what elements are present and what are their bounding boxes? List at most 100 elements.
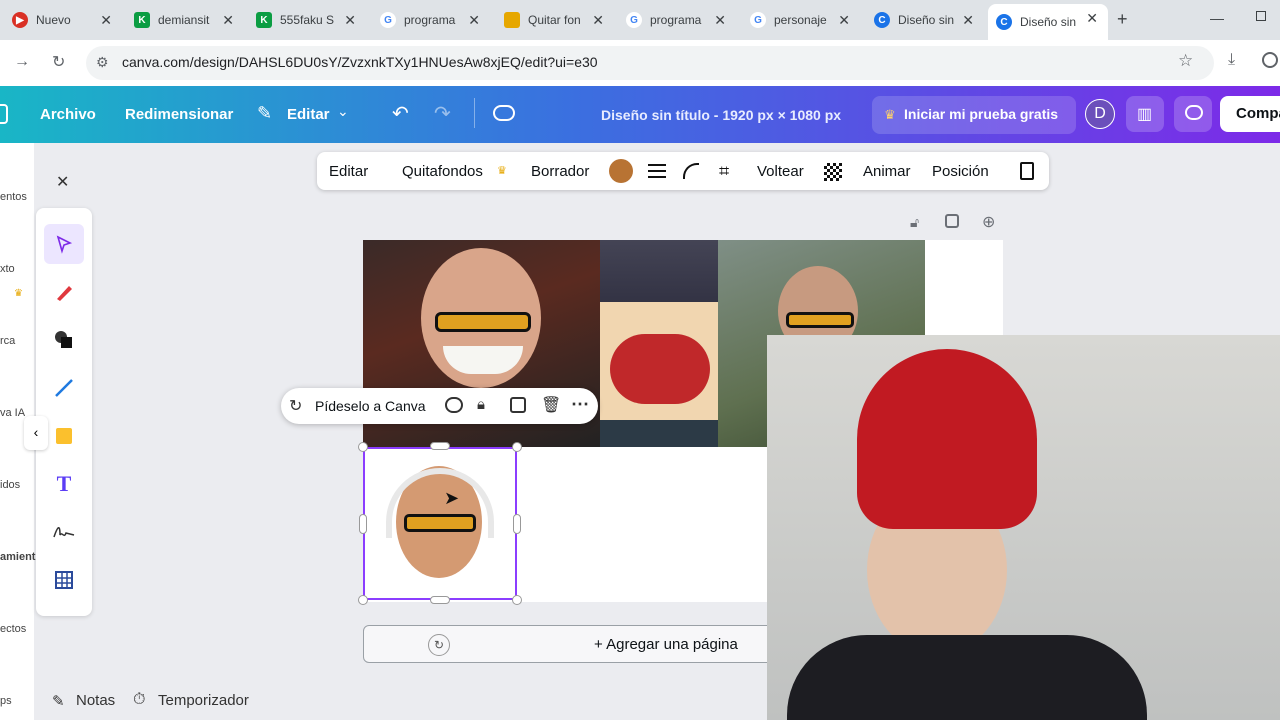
animate-button[interactable]: Animar bbox=[863, 163, 911, 180]
lock-icon[interactable]: 🔓︎ bbox=[910, 214, 919, 231]
download-icon[interactable]: ⤓ bbox=[1228, 51, 1235, 69]
chevron-down-icon[interactable]: ⌄ bbox=[337, 103, 349, 120]
resize-handle[interactable] bbox=[430, 442, 450, 450]
browser-tab-active[interactable]: C Diseño sin ✕ bbox=[988, 4, 1108, 40]
resize-handle[interactable] bbox=[512, 595, 522, 605]
table-icon bbox=[55, 571, 73, 589]
browser-tab[interactable]: K 555faku S ✕ bbox=[248, 6, 366, 34]
trial-button[interactable]: ♛ Iniciar mi prueba gratis bbox=[872, 96, 1076, 134]
redo-icon[interactable]: ↷ bbox=[434, 101, 451, 126]
color-swatch[interactable] bbox=[609, 159, 633, 183]
webcam-overlay bbox=[767, 335, 1280, 720]
copy-style-icon[interactable] bbox=[1020, 162, 1034, 180]
home-icon[interactable] bbox=[0, 104, 8, 124]
browser-tab[interactable]: Quitar fon ✕ bbox=[496, 6, 614, 34]
browser-tab[interactable]: K demiansit ✕ bbox=[126, 6, 244, 34]
resize-handle[interactable] bbox=[512, 442, 522, 452]
remove-bg-icon bbox=[504, 12, 520, 28]
collapse-panel-button[interactable]: ‹ bbox=[24, 416, 48, 450]
trash-icon[interactable]: 🗑︎ bbox=[541, 395, 561, 415]
rail-item-marca[interactable]: rca bbox=[0, 335, 15, 347]
design-title[interactable]: Diseño sin título - 1920 px × 1080 px bbox=[601, 107, 841, 123]
rail-item-subidos[interactable]: idos bbox=[0, 479, 20, 491]
bottom-bar: ✎ Notas ⏱︎ Temporizador bbox=[0, 686, 300, 716]
bookmark-star-icon[interactable]: ☆ bbox=[1178, 51, 1193, 71]
new-tab-icon[interactable]: + bbox=[1117, 9, 1128, 30]
anime-photo[interactable] bbox=[600, 240, 718, 447]
avatar[interactable]: D bbox=[1085, 99, 1115, 129]
corner-rounding-icon[interactable] bbox=[683, 163, 699, 179]
close-tab-icon[interactable]: ✕ bbox=[714, 12, 726, 29]
selection-box[interactable] bbox=[363, 447, 517, 600]
duplicate-icon[interactable] bbox=[510, 397, 526, 413]
sticky-note-tool[interactable] bbox=[44, 416, 84, 456]
shapes-tool[interactable] bbox=[44, 320, 84, 360]
rail-item-elementos[interactable]: entos bbox=[0, 191, 27, 203]
text-tool[interactable]: T bbox=[44, 464, 84, 504]
url-text[interactable]: canva.com/design/DAHSL6DU0sY/ZvzxnkTXy1H… bbox=[122, 54, 598, 70]
close-tab-icon[interactable]: ✕ bbox=[468, 12, 480, 29]
hoodie-shape bbox=[787, 635, 1147, 720]
rail-item-texto[interactable]: xto bbox=[0, 263, 15, 275]
flip-button[interactable]: Voltear bbox=[757, 163, 804, 180]
share-button[interactable]: Compa bbox=[1220, 96, 1280, 132]
browser-tab[interactable]: G personaje ✕ bbox=[742, 6, 860, 34]
lock-icon[interactable]: 🔒︎ bbox=[477, 396, 485, 413]
close-tab-icon[interactable]: ✕ bbox=[100, 12, 112, 29]
add-page-button[interactable]: ↻ + Agregar una página bbox=[363, 625, 823, 663]
line-weight-icon[interactable] bbox=[648, 164, 666, 178]
close-tab-icon[interactable]: ✕ bbox=[592, 12, 604, 29]
add-page-icon[interactable]: ⊕ bbox=[982, 212, 995, 232]
close-tab-icon[interactable]: ✕ bbox=[344, 12, 356, 29]
profile-icon[interactable] bbox=[1262, 52, 1278, 68]
resize-handle[interactable] bbox=[359, 514, 367, 534]
browser-tab[interactable]: ▶ Nuevo ✕ bbox=[4, 6, 122, 34]
rail-item-canva-ia[interactable]: va IA bbox=[0, 407, 25, 419]
close-tab-icon[interactable]: ✕ bbox=[1086, 10, 1098, 27]
eraser-button[interactable]: Borrador bbox=[531, 163, 589, 180]
forward-icon[interactable]: → bbox=[14, 53, 30, 71]
crop-icon[interactable]: ⌗ bbox=[719, 161, 729, 182]
context-toolbar: Editar Quitafondos ♛ Borrador ⌗ Voltear … bbox=[317, 152, 1049, 190]
google-icon: G bbox=[380, 12, 396, 28]
close-panel-icon[interactable]: ✕ bbox=[56, 172, 69, 192]
minimize-icon[interactable]: — bbox=[1210, 10, 1224, 26]
edit-image-button[interactable]: Editar bbox=[329, 163, 368, 180]
more-options-icon[interactable]: ⋯ bbox=[571, 394, 589, 415]
table-tool[interactable] bbox=[44, 560, 84, 600]
signature-tool[interactable] bbox=[44, 512, 84, 552]
transparency-icon[interactable] bbox=[824, 163, 842, 181]
resize-handle[interactable] bbox=[358, 442, 368, 452]
ask-canva-button[interactable]: Pídeselo a Canva bbox=[315, 398, 426, 414]
position-button[interactable]: Posición bbox=[932, 163, 989, 180]
shapes-icon bbox=[55, 331, 72, 348]
site-info-icon[interactable]: ⚙ bbox=[96, 54, 109, 71]
analytics-button[interactable]: ▥ bbox=[1126, 96, 1164, 132]
notes-button[interactable]: Notas bbox=[76, 692, 115, 709]
pen-tool[interactable] bbox=[44, 272, 84, 312]
rail-item-proyectos[interactable]: ectos bbox=[0, 623, 26, 635]
duplicate-page-icon[interactable] bbox=[945, 214, 959, 228]
select-tool[interactable] bbox=[44, 224, 84, 264]
archivo-menu[interactable]: Archivo bbox=[40, 106, 96, 123]
remove-background-button[interactable]: Quitafondos bbox=[402, 163, 483, 180]
undo-icon[interactable]: ↶ bbox=[392, 101, 409, 126]
resize-handle[interactable] bbox=[430, 596, 450, 604]
close-tab-icon[interactable]: ✕ bbox=[962, 12, 974, 29]
timer-button[interactable]: Temporizador bbox=[158, 692, 249, 709]
browser-tab[interactable]: G programa ✕ bbox=[618, 6, 736, 34]
cloud-saved-icon[interactable] bbox=[493, 105, 515, 121]
close-tab-icon[interactable]: ✕ bbox=[222, 12, 234, 29]
line-tool[interactable] bbox=[44, 368, 84, 408]
close-tab-icon[interactable]: ✕ bbox=[838, 12, 850, 29]
restore-icon[interactable] bbox=[1256, 11, 1266, 21]
resize-handle[interactable] bbox=[513, 514, 521, 534]
browser-tab[interactable]: C Diseño sin ✕ bbox=[866, 6, 984, 34]
browser-tab[interactable]: G programa ✕ bbox=[372, 6, 490, 34]
comments-button[interactable] bbox=[1174, 96, 1212, 132]
redimensionar-button[interactable]: Redimensionar bbox=[125, 106, 233, 123]
resize-handle[interactable] bbox=[358, 595, 368, 605]
reload-icon[interactable]: ↻ bbox=[52, 52, 65, 72]
editar-menu[interactable]: Editar bbox=[287, 106, 330, 123]
comment-icon[interactable] bbox=[445, 397, 463, 413]
